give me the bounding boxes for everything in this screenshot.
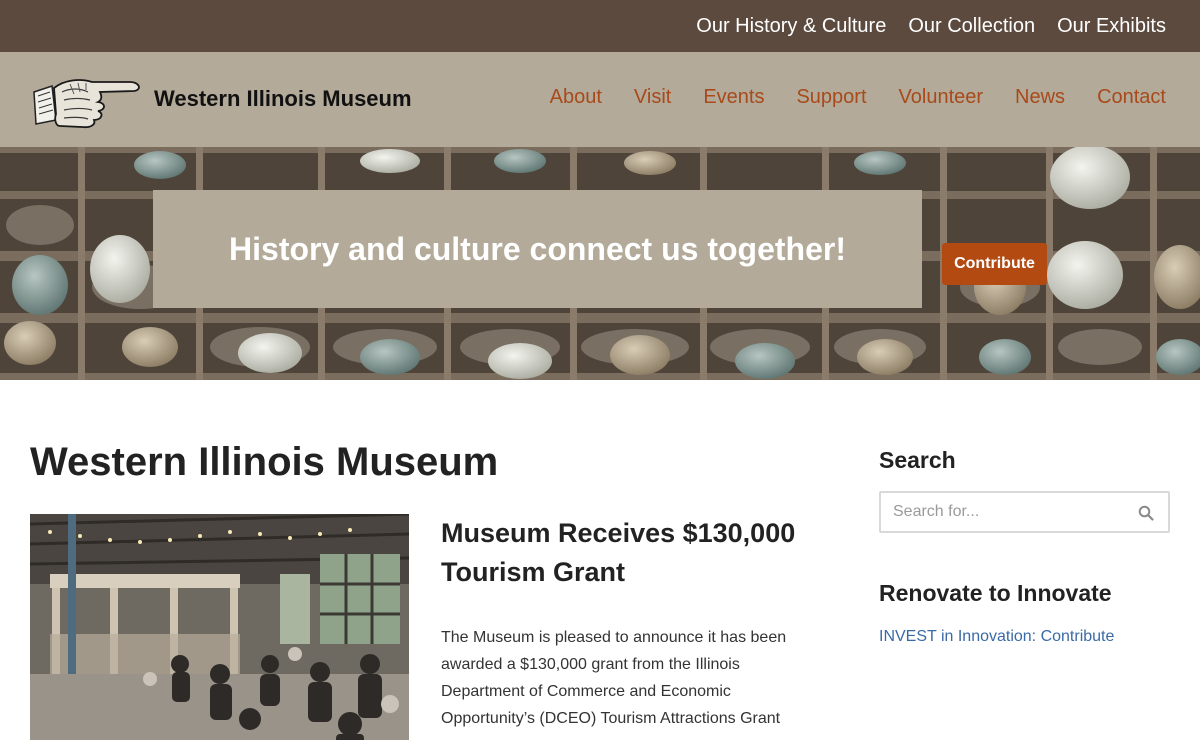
hero-banner: History and culture connect us together!…	[0, 147, 1200, 380]
site-title[interactable]: Western Illinois Museum	[154, 86, 412, 112]
post-title[interactable]: Museum Receives $130,000 Tourism Grant	[441, 514, 841, 592]
top-utility-bar: Our History & Culture Our Collection Our…	[0, 0, 1200, 52]
post-excerpt: The Museum is pleased to announce it has…	[441, 629, 787, 727]
search-icon[interactable]	[1138, 505, 1154, 521]
search-heading: Search	[879, 447, 956, 473]
main-nav: About Visit Events Support Volunteer New…	[518, 86, 1166, 109]
nav-item-events[interactable]: Events	[703, 86, 764, 109]
hero-headline: History and culture connect us together!	[229, 230, 846, 267]
nav-item-news[interactable]: News	[1015, 86, 1065, 109]
renovate-heading: Renovate to Innovate	[879, 580, 1112, 606]
nav-item-contact[interactable]: Contact	[1097, 86, 1166, 109]
contribute-button[interactable]: Contribute	[942, 243, 1047, 285]
invest-contribute-link[interactable]: INVEST in Innovation: Contribute	[879, 628, 1114, 646]
search-box	[879, 491, 1170, 533]
utility-nav: Our History & Culture Our Collection Our…	[674, 0, 1166, 52]
nav-item-support[interactable]: Support	[796, 86, 866, 109]
page-title: Western Illinois Museum	[30, 440, 499, 484]
nav-link-exhibits[interactable]: Our Exhibits	[1057, 15, 1166, 38]
site-header: Western Illinois Museum About Visit Even…	[0, 52, 1200, 147]
pointing-hand-icon[interactable]	[30, 70, 145, 130]
post-thumbnail[interactable]	[30, 514, 409, 740]
nav-item-visit[interactable]: Visit	[634, 86, 671, 109]
hero-message-box: History and culture connect us together!	[153, 190, 922, 308]
nav-link-collection[interactable]: Our Collection	[908, 15, 1035, 38]
search-input[interactable]	[893, 501, 1133, 523]
nav-item-about[interactable]: About	[550, 86, 602, 109]
nav-link-history-culture[interactable]: Our History & Culture	[696, 15, 886, 38]
nav-item-volunteer[interactable]: Volunteer	[899, 86, 984, 109]
